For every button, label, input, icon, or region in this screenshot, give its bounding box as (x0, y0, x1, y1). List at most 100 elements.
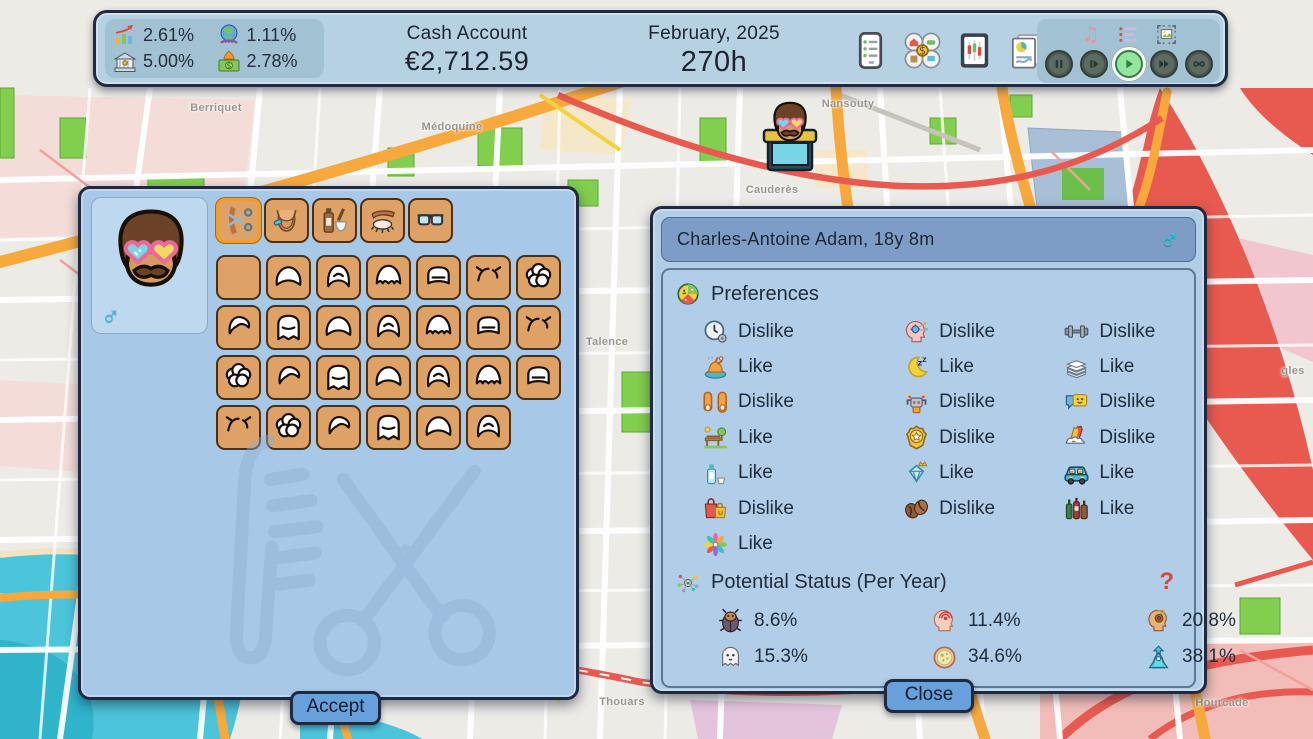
hair-style-wave-fringe[interactable] (416, 305, 461, 350)
hair-style-flat-top[interactable] (416, 255, 461, 300)
hair-style-spiky[interactable] (316, 305, 361, 350)
preference-value: Dislike (738, 321, 794, 343)
preference-value: Dislike (738, 498, 794, 520)
status-self-growth: 38.1% (1145, 639, 1236, 676)
tab-beard[interactable] (264, 198, 309, 243)
hair-style-bouffant[interactable] (516, 355, 561, 400)
player-map-marker[interactable] (760, 98, 820, 174)
hair-style-fluffy[interactable] (266, 255, 311, 300)
trend-up-icon (113, 23, 137, 47)
hours-remaining: 270h (594, 46, 834, 79)
tab-eyebrows[interactable] (360, 198, 405, 243)
preference-value: Dislike (1099, 391, 1155, 413)
profile-content: Preferences DislikeLikeDislikeLikeLikeDi… (661, 268, 1196, 688)
hair-style-curly[interactable] (516, 255, 561, 300)
pause-button[interactable] (1045, 50, 1073, 78)
map-label: Hourcade (1195, 697, 1248, 709)
preference-flowers: Like (702, 526, 903, 561)
hair-style-wavy[interactable] (366, 255, 411, 300)
hair-style-none[interactable] (216, 255, 261, 300)
svg-text:$: $ (919, 45, 926, 58)
preference-alcohol: Like (1063, 491, 1182, 526)
event-log-button[interactable] (1117, 23, 1140, 46)
map-label: Cauderès (746, 184, 799, 196)
hair-style-frizzy[interactable] (466, 355, 511, 400)
fast-forward-button[interactable] (1150, 50, 1178, 78)
tab-hair-dye[interactable] (312, 198, 357, 243)
economy-stats: 2.61%1.11%5.00%$2.78% (105, 19, 324, 78)
preference-value: Like (939, 356, 974, 378)
svg-text:♫: ♫ (1081, 23, 1099, 46)
outdoors-icon (702, 424, 729, 451)
preference-food: Like (702, 349, 903, 384)
status-mental-illness: 11.4% (931, 603, 1145, 640)
map-label: Talence (586, 336, 628, 348)
tab-haircut[interactable] (216, 198, 261, 243)
tasks-phone-button[interactable] (849, 29, 892, 72)
preferences-icon (675, 281, 701, 307)
appearance-panel: ♂ Accept (78, 186, 579, 700)
sleep-icon: zZ (903, 354, 930, 381)
hair-style-double-curl[interactable] (266, 355, 311, 400)
tab-glasses[interactable] (408, 198, 453, 243)
cash-account-block: Cash Account €2,712.59 (348, 23, 586, 77)
top-bar: 2.61%1.11%5.00%$2.78% Cash Account €2,71… (93, 10, 1228, 87)
hygiene-icon (702, 460, 729, 487)
world-economy-stat: 1.11% (217, 22, 317, 49)
map-label: gles (1281, 365, 1304, 377)
hair-style-side-part[interactable] (366, 305, 411, 350)
close-button[interactable]: Close (884, 679, 974, 713)
status-list: 8.6%11.4%20.8%15.3%34.6%38.1% (675, 603, 1182, 676)
playback-controls (1045, 50, 1213, 78)
map-label: Thouars (599, 696, 645, 708)
hair-style-round-split[interactable] (266, 305, 311, 350)
male-icon: ♂ (1159, 224, 1180, 255)
player-avatar (106, 204, 196, 294)
mental-illness-icon (931, 607, 958, 634)
preference-value: Dislike (939, 498, 995, 520)
cash-account-amount: €2,712.59 (348, 46, 586, 77)
accept-button[interactable]: Accept (290, 691, 381, 725)
work-time-icon (702, 318, 729, 345)
hair-style-curly-sides[interactable] (216, 355, 261, 400)
preference-shopping: Dislike (702, 491, 903, 526)
addiction-icon (1145, 607, 1172, 634)
map-label: Nansouty (822, 98, 875, 110)
screenshot-button[interactable] (1155, 23, 1178, 46)
hair-style-comb-over[interactable] (516, 305, 561, 350)
max-speed-button[interactable] (1185, 50, 1213, 78)
hair-style-thin-wisps[interactable] (466, 255, 511, 300)
preference-value: Dislike (939, 321, 995, 343)
world-economy-value: 1.11% (247, 25, 297, 46)
bank-icon (113, 50, 137, 74)
hair-style-round[interactable] (316, 255, 361, 300)
flowers-icon (702, 531, 729, 558)
inflation-stat: $2.78% (217, 49, 317, 76)
stock-market-icon (954, 30, 995, 71)
art-icon (1063, 424, 1090, 451)
hair-style-tuft[interactable] (466, 305, 511, 350)
assets-button[interactable]: $ (901, 29, 944, 72)
play-slow-button[interactable] (1080, 50, 1108, 78)
hair-style-side-sweep[interactable] (216, 305, 261, 350)
hair-style-m-fringe[interactable] (316, 355, 361, 400)
eyebrows-icon (367, 205, 398, 236)
robots-icon (903, 389, 930, 416)
preference-robots: Dislike (903, 385, 1063, 420)
hair-style-pigtails[interactable] (366, 355, 411, 400)
infestation-icon (717, 607, 744, 634)
glasses-icon (415, 205, 446, 236)
luxury-icon (903, 460, 930, 487)
status-value: 20.8% (1182, 610, 1236, 632)
hair-style-afro[interactable] (416, 355, 461, 400)
svg-text:Z: Z (922, 356, 927, 363)
preference-value: Dislike (1099, 427, 1155, 449)
music-button[interactable]: ♫ (1079, 23, 1102, 46)
help-button[interactable]: ? (1159, 568, 1174, 596)
chatting-icon (1063, 389, 1090, 416)
player-marker-graphic (760, 98, 820, 174)
play-button[interactable] (1115, 50, 1143, 78)
preference-fitness: Dislike (1063, 314, 1182, 349)
character-name: Charles-Antoine Adam, 18y 8m (677, 229, 935, 250)
stock-market-button[interactable] (953, 29, 996, 72)
